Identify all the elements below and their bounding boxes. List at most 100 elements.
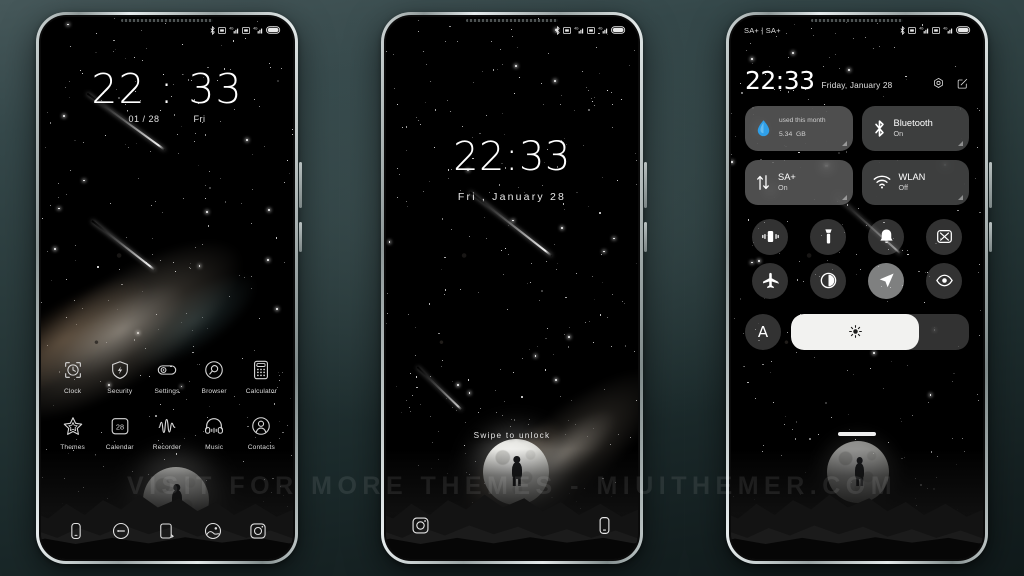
waveform-icon bbox=[154, 413, 180, 439]
power-button[interactable] bbox=[989, 222, 992, 252]
tile-data-caption: used this month bbox=[779, 116, 826, 124]
app-themes[interactable]: Themes bbox=[51, 413, 95, 451]
brightness-slider-fill bbox=[791, 313, 920, 350]
status-bar: SA+ | SA+ 4G 4G bbox=[731, 17, 983, 39]
toggle-flashlight[interactable] bbox=[810, 218, 846, 255]
tile-expand-corner[interactable] bbox=[958, 194, 963, 200]
toggle-ringer[interactable] bbox=[868, 218, 904, 255]
eye-care-icon bbox=[935, 274, 953, 287]
power-button[interactable] bbox=[299, 222, 302, 252]
messages-icon[interactable] bbox=[109, 519, 133, 543]
edit-icon[interactable] bbox=[956, 77, 969, 90]
app-settings[interactable]: Settings bbox=[145, 357, 189, 395]
volume-button[interactable] bbox=[299, 162, 302, 208]
person-icon bbox=[248, 413, 274, 439]
status-icons: 4G 4G bbox=[210, 25, 281, 35]
svg-text:4G: 4G bbox=[598, 27, 603, 31]
signal-4g-icon: 4G bbox=[943, 27, 953, 34]
home-clock-date: 01 / 28 bbox=[128, 114, 160, 124]
home-clock-widget[interactable]: 22 : 33 01 / 28 Fri bbox=[41, 69, 293, 125]
lunar-landscape bbox=[386, 449, 638, 559]
phone2-screen: 4G 4G 22:33 Fri , January 28 Swipe to un… bbox=[386, 17, 638, 559]
app-calculator[interactable]: Calculator bbox=[239, 357, 283, 395]
volume-button[interactable] bbox=[644, 162, 647, 208]
app-music[interactable]: Music bbox=[192, 413, 236, 451]
svg-text:4G: 4G bbox=[943, 27, 948, 31]
status-icons: 4G 4G bbox=[900, 25, 971, 35]
dark-mode-icon bbox=[820, 272, 836, 289]
wifi-icon bbox=[873, 175, 890, 189]
phone-lockscreen: 4G 4G 22:33 Fri , January 28 Swipe to un… bbox=[381, 12, 647, 564]
sim2-icon bbox=[242, 26, 250, 34]
app-contacts[interactable]: Contacts bbox=[239, 413, 283, 451]
camera-icon[interactable] bbox=[408, 513, 432, 537]
app-calendar[interactable]: 28 Calendar bbox=[98, 413, 142, 451]
location-icon bbox=[879, 273, 894, 288]
app-label: Calculator bbox=[245, 388, 277, 395]
svg-text:4G: 4G bbox=[253, 27, 258, 31]
app-clock[interactable]: Clock bbox=[51, 357, 95, 395]
tile-wlan-text: WLAN Off bbox=[899, 172, 926, 193]
tile-expand-corner[interactable] bbox=[958, 140, 963, 146]
wallpaper-lock bbox=[386, 17, 638, 559]
bluetooth-icon bbox=[555, 25, 560, 35]
cc-clock-date: Friday, January 28 bbox=[821, 80, 893, 90]
tile-bluetooth-text: Bluetooth On bbox=[894, 118, 933, 139]
headphones-icon bbox=[201, 413, 227, 439]
toggle-screenshot[interactable] bbox=[926, 218, 962, 255]
app-label: Music bbox=[205, 444, 224, 451]
tile-data-value: 5.34 GB bbox=[779, 124, 826, 140]
svg-text:4G: 4G bbox=[574, 27, 579, 31]
signal-4g-icon: 4G bbox=[229, 27, 239, 34]
phone-icon[interactable] bbox=[592, 513, 616, 537]
app-browser[interactable]: Browser bbox=[192, 357, 236, 395]
control-center-panel: 22:33 Friday, January 28 used this month… bbox=[731, 17, 983, 559]
app-recorder[interactable]: Recorder bbox=[145, 413, 189, 451]
app-row-2: Themes 28 Calendar Recorder Music Contac… bbox=[41, 413, 293, 451]
ringer-bell-icon bbox=[879, 229, 893, 244]
gallery-icon[interactable] bbox=[201, 519, 225, 543]
tile-title: SA+ bbox=[778, 171, 796, 182]
tile-expand-corner[interactable] bbox=[841, 140, 847, 146]
signal-4g-icon: 4G bbox=[598, 27, 608, 34]
phone-icon[interactable] bbox=[64, 519, 88, 543]
toggle-airplane[interactable] bbox=[752, 262, 788, 299]
camera-icon[interactable] bbox=[246, 519, 270, 543]
app-label: Settings bbox=[154, 388, 180, 395]
tile-wlan[interactable]: WLAN Off bbox=[861, 159, 969, 205]
phone-homescreen: 4G 4G 22 : 33 01 / 28 Fri Clock Security… bbox=[36, 12, 302, 564]
toggle-location[interactable] bbox=[868, 262, 904, 299]
tile-state: Off bbox=[898, 183, 908, 193]
battery-icon bbox=[956, 26, 971, 34]
control-center-header: 22:33 Friday, January 28 bbox=[745, 68, 969, 93]
status-bar: 4G 4G bbox=[41, 17, 293, 39]
gear-icon[interactable] bbox=[932, 77, 945, 90]
toggle-vibrate[interactable] bbox=[752, 218, 788, 255]
control-center-drag-handle[interactable] bbox=[838, 432, 876, 436]
toggle-eye-care[interactable] bbox=[926, 262, 962, 299]
tile-expand-corner[interactable] bbox=[841, 194, 847, 200]
volume-button[interactable] bbox=[989, 162, 992, 208]
tile-state: On bbox=[893, 129, 904, 139]
brightness-slider[interactable] bbox=[791, 313, 969, 350]
toggle-dark-mode[interactable] bbox=[810, 262, 846, 299]
power-button[interactable] bbox=[644, 222, 647, 252]
notes-icon[interactable] bbox=[155, 519, 179, 543]
tile-data-usage[interactable]: used this month 5.34 GB bbox=[745, 105, 853, 151]
tile-data-text: used this month 5.34 GB bbox=[779, 117, 826, 140]
status-carrier: SA+ | SA+ bbox=[744, 25, 781, 35]
app-security[interactable]: Security bbox=[98, 357, 142, 395]
svg-text:4G: 4G bbox=[229, 27, 234, 31]
signal-4g-icon: 4G bbox=[253, 27, 263, 34]
tile-title: Bluetooth bbox=[893, 117, 933, 128]
tile-bluetooth[interactable]: Bluetooth On bbox=[861, 105, 969, 151]
sim2-icon bbox=[932, 26, 940, 34]
signal-4g-icon: 4G bbox=[919, 27, 929, 34]
tile-mobile-data[interactable]: SA+ On bbox=[745, 159, 853, 205]
quick-tiles: used this month 5.34 GB Bluetooth On SA+… bbox=[745, 105, 969, 205]
sun-icon bbox=[848, 325, 862, 339]
sim1-icon bbox=[563, 26, 571, 34]
app-label: Themes bbox=[60, 444, 85, 451]
auto-brightness-button[interactable]: A bbox=[745, 313, 781, 350]
app-label: Contacts bbox=[247, 444, 275, 451]
